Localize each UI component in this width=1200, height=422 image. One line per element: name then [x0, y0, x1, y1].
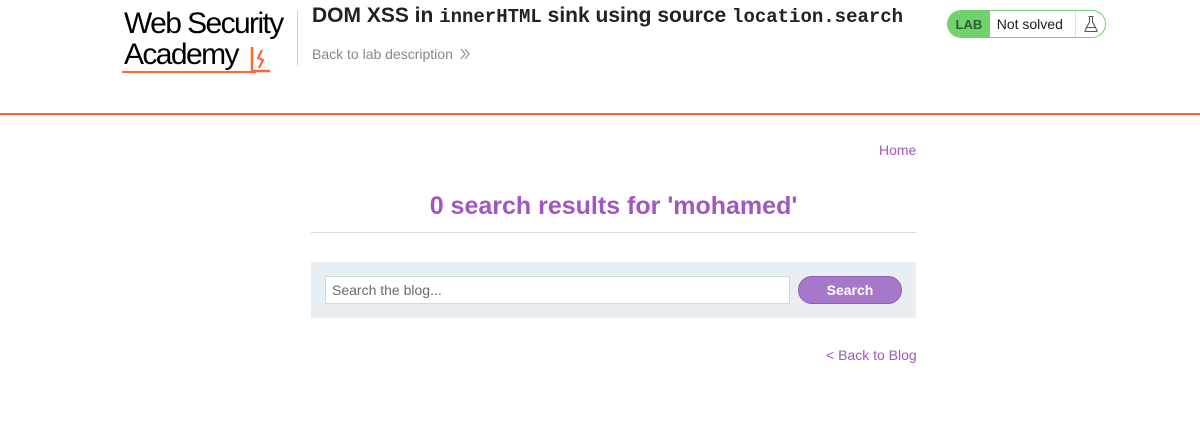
double-chevron-right-icon	[460, 48, 470, 60]
site-header: Web Security Academy DOM XSS in innerHTM…	[0, 0, 1200, 115]
lab-title-code-sink: innerHTML	[439, 6, 542, 28]
web-security-academy-logo[interactable]: Web Security Academy	[122, 7, 300, 73]
logo-line-1: Web Security	[124, 7, 284, 40]
lab-title-prefix: DOM XSS in	[312, 4, 440, 27]
logo-line-2: Academy	[124, 38, 239, 71]
lab-status-badge: LAB Not solved	[947, 10, 1106, 38]
search-panel: Search	[311, 262, 916, 318]
header-divider	[297, 10, 298, 65]
home-link[interactable]: Home	[879, 142, 916, 158]
lab-badge-label: LAB	[948, 11, 990, 37]
results-divider	[311, 232, 916, 233]
back-to-blog-link[interactable]: < Back to Blog	[826, 347, 917, 363]
lab-title-middle: sink using source	[541, 4, 733, 27]
back-to-lab-description-link[interactable]: Back to lab description	[312, 46, 471, 62]
lab-title: DOM XSS in innerHTML sink using source l…	[312, 4, 903, 28]
logo-mark-icon	[250, 47, 270, 73]
lab-title-code-source: location.search	[732, 6, 904, 28]
search-results-heading: 0 search results for 'mohamed'	[429, 192, 798, 220]
logo-underline	[122, 71, 256, 73]
search-button[interactable]: Search	[798, 276, 902, 304]
search-input[interactable]	[325, 276, 790, 304]
lab-status-text: Not solved	[996, 16, 1063, 32]
back-to-lab-description-label: Back to lab description	[312, 46, 453, 62]
flask-icon	[1075, 11, 1105, 37]
